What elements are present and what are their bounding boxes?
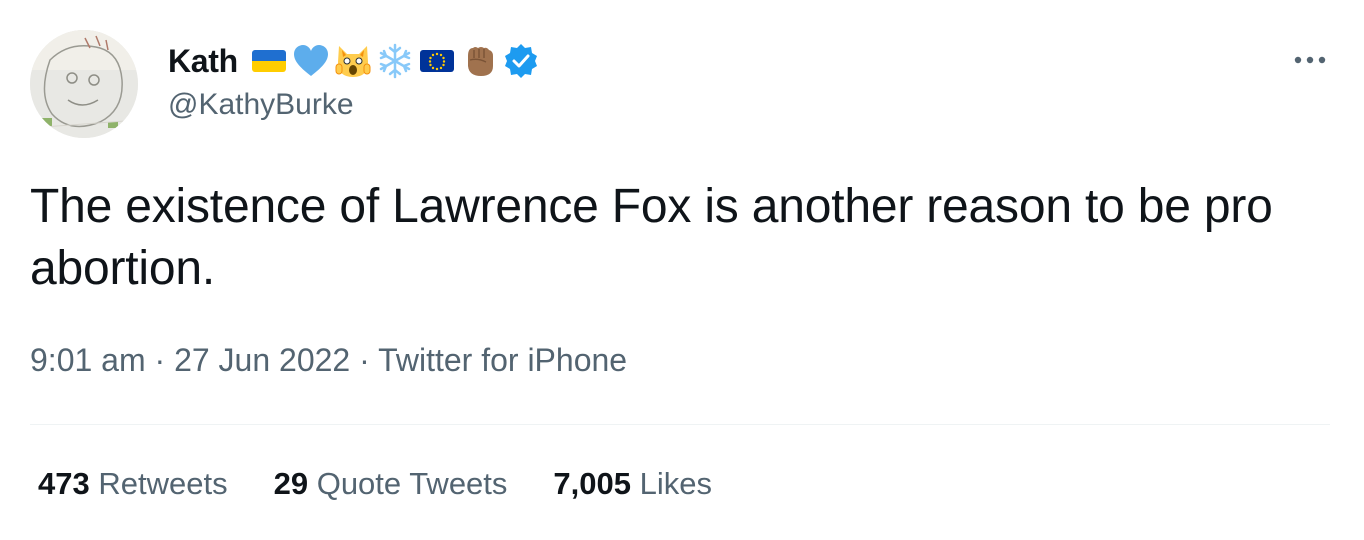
avatar-drawing-icon xyxy=(30,30,138,138)
tweet-card: Kath @KathyBurke The existence of Lawren… xyxy=(0,0,1364,540)
display-name[interactable]: Kath xyxy=(168,43,238,80)
meta-separator: · xyxy=(350,342,379,378)
likes-stat[interactable]: 7,005 Likes xyxy=(553,466,712,502)
retweets-stat[interactable]: 473 Retweets xyxy=(38,466,228,502)
tweet-source[interactable]: Twitter for iPhone xyxy=(378,342,627,378)
divider xyxy=(30,424,1330,425)
retweets-count: 473 xyxy=(38,466,90,501)
quote-tweets-count: 29 xyxy=(273,466,309,501)
tweet-text: The existence of Lawrence Fox is another… xyxy=(30,180,1273,295)
raised-fist-icon xyxy=(460,42,498,80)
quote-tweets-stat[interactable]: 29 Quote Tweets xyxy=(274,466,508,502)
screaming-cat-icon xyxy=(334,42,372,80)
likes-label: Likes xyxy=(639,466,712,501)
avatar[interactable] xyxy=(30,30,138,138)
tweet-time[interactable]: 9:01 am xyxy=(30,342,146,378)
eu-flag-icon xyxy=(418,42,456,80)
more-dots-icon xyxy=(1294,56,1326,64)
snowflake-icon xyxy=(376,42,414,80)
more-options-button[interactable] xyxy=(1290,48,1330,72)
blue-heart-icon xyxy=(292,42,330,80)
tweet-meta: 9:01 am · 27 Jun 2022 · Twitter for iPho… xyxy=(30,342,627,379)
verified-badge-icon xyxy=(502,42,540,80)
tweet-date[interactable]: 27 Jun 2022 xyxy=(174,342,350,378)
retweets-label: Retweets xyxy=(98,466,228,501)
ukraine-flag-icon xyxy=(250,42,288,80)
likes-count: 7,005 xyxy=(553,466,631,501)
meta-separator: · xyxy=(145,342,175,378)
tweet-stats: 473 Retweets 29 Quote Tweets 7,005 Likes xyxy=(38,466,758,502)
quote-tweets-label: Quote Tweets xyxy=(316,466,508,501)
author-name-row[interactable]: Kath xyxy=(168,38,544,84)
author-handle[interactable]: @KathyBurke xyxy=(168,88,354,122)
